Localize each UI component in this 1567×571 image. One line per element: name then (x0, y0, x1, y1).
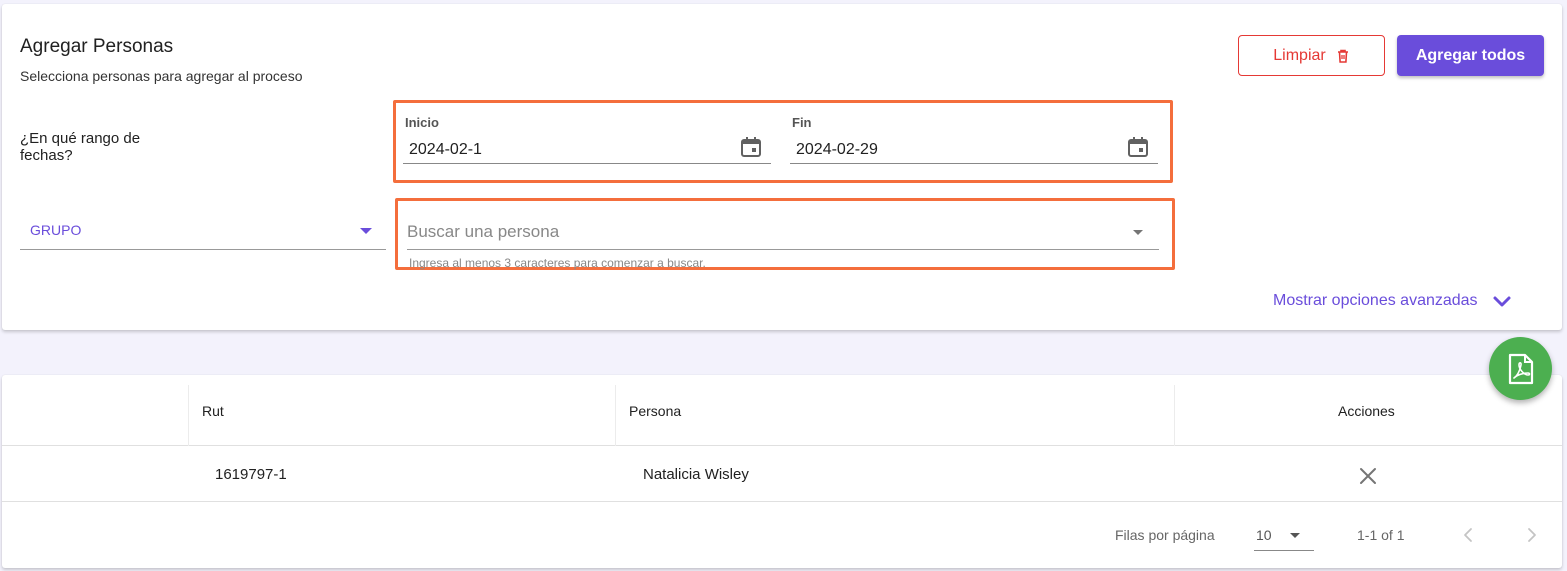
add-all-button[interactable]: Agregar todos (1397, 35, 1544, 76)
group-select[interactable]: GRUPO (20, 218, 386, 250)
advanced-options-label: Mostrar opciones avanzadas (1273, 292, 1478, 309)
trash-icon (1337, 49, 1348, 63)
start-date-underline (403, 163, 771, 164)
group-select-label: GRUPO (30, 222, 82, 238)
date-range-question: ¿En qué rango de fechas? (20, 130, 141, 164)
search-underline (407, 249, 1159, 250)
cell-rut: 1619797-1 (215, 466, 287, 483)
rows-per-page-select[interactable]: 10 (1254, 517, 1314, 551)
column-divider (188, 385, 189, 446)
chevron-left-icon[interactable] (1456, 523, 1480, 547)
pagination: Filas por página 10 1-1 of 1 (2, 503, 1562, 567)
caret-down-icon (1290, 533, 1300, 538)
export-pdf-button[interactable] (1489, 337, 1552, 400)
end-date-value[interactable]: 2024-02-29 (796, 141, 878, 159)
chevron-down-icon (1493, 296, 1511, 307)
column-divider (615, 385, 616, 446)
caret-down-icon (360, 228, 372, 234)
search-input[interactable] (407, 216, 1107, 248)
column-header-rut[interactable]: Rut (202, 375, 224, 446)
clear-button[interactable]: Limpiar (1238, 35, 1385, 76)
people-table: Rut Persona Acciones 1619797-1 Natalicia… (2, 375, 1562, 568)
end-date-label: Fin (792, 115, 812, 130)
close-icon[interactable] (1358, 466, 1378, 486)
start-date-value[interactable]: 2024-02-1 (409, 141, 482, 159)
group-select-underline (20, 249, 386, 250)
end-date-underline (790, 163, 1158, 164)
page-title: Agregar Personas (20, 36, 174, 57)
caret-down-icon[interactable] (1133, 230, 1143, 235)
calendar-icon[interactable] (1126, 135, 1150, 159)
page-range: 1-1 of 1 (1357, 527, 1405, 543)
rows-per-page-underline (1254, 550, 1314, 551)
end-date-field[interactable]: Fin 2024-02-29 (790, 115, 1158, 171)
cell-persona: Natalicia Wisley (643, 466, 749, 483)
calendar-icon[interactable] (739, 135, 763, 159)
page-subtitle: Selecciona personas para agregar al proc… (20, 68, 303, 84)
person-search[interactable] (407, 216, 1159, 250)
start-date-field[interactable]: Inicio 2024-02-1 (403, 115, 771, 171)
column-divider (1174, 385, 1175, 446)
advanced-options-toggle[interactable]: Mostrar opciones avanzadas (1273, 291, 1512, 311)
add-people-card: Agregar Personas Selecciona personas par… (2, 4, 1562, 330)
chevron-right-icon[interactable] (1520, 523, 1544, 547)
search-hint: Ingresa al menos 3 caracteres para comen… (409, 256, 706, 270)
table-header: Rut Persona Acciones (2, 375, 1562, 446)
column-header-acciones: Acciones (1338, 402, 1395, 419)
rows-per-page-label: Filas por página (1115, 527, 1215, 543)
pdf-icon (1508, 353, 1533, 384)
rows-per-page-value: 10 (1256, 527, 1272, 543)
clear-button-label: Limpiar (1273, 46, 1326, 64)
start-date-label: Inicio (405, 115, 439, 130)
table-row: 1619797-1 Natalicia Wisley (2, 447, 1562, 502)
column-header-persona[interactable]: Persona (629, 375, 681, 446)
